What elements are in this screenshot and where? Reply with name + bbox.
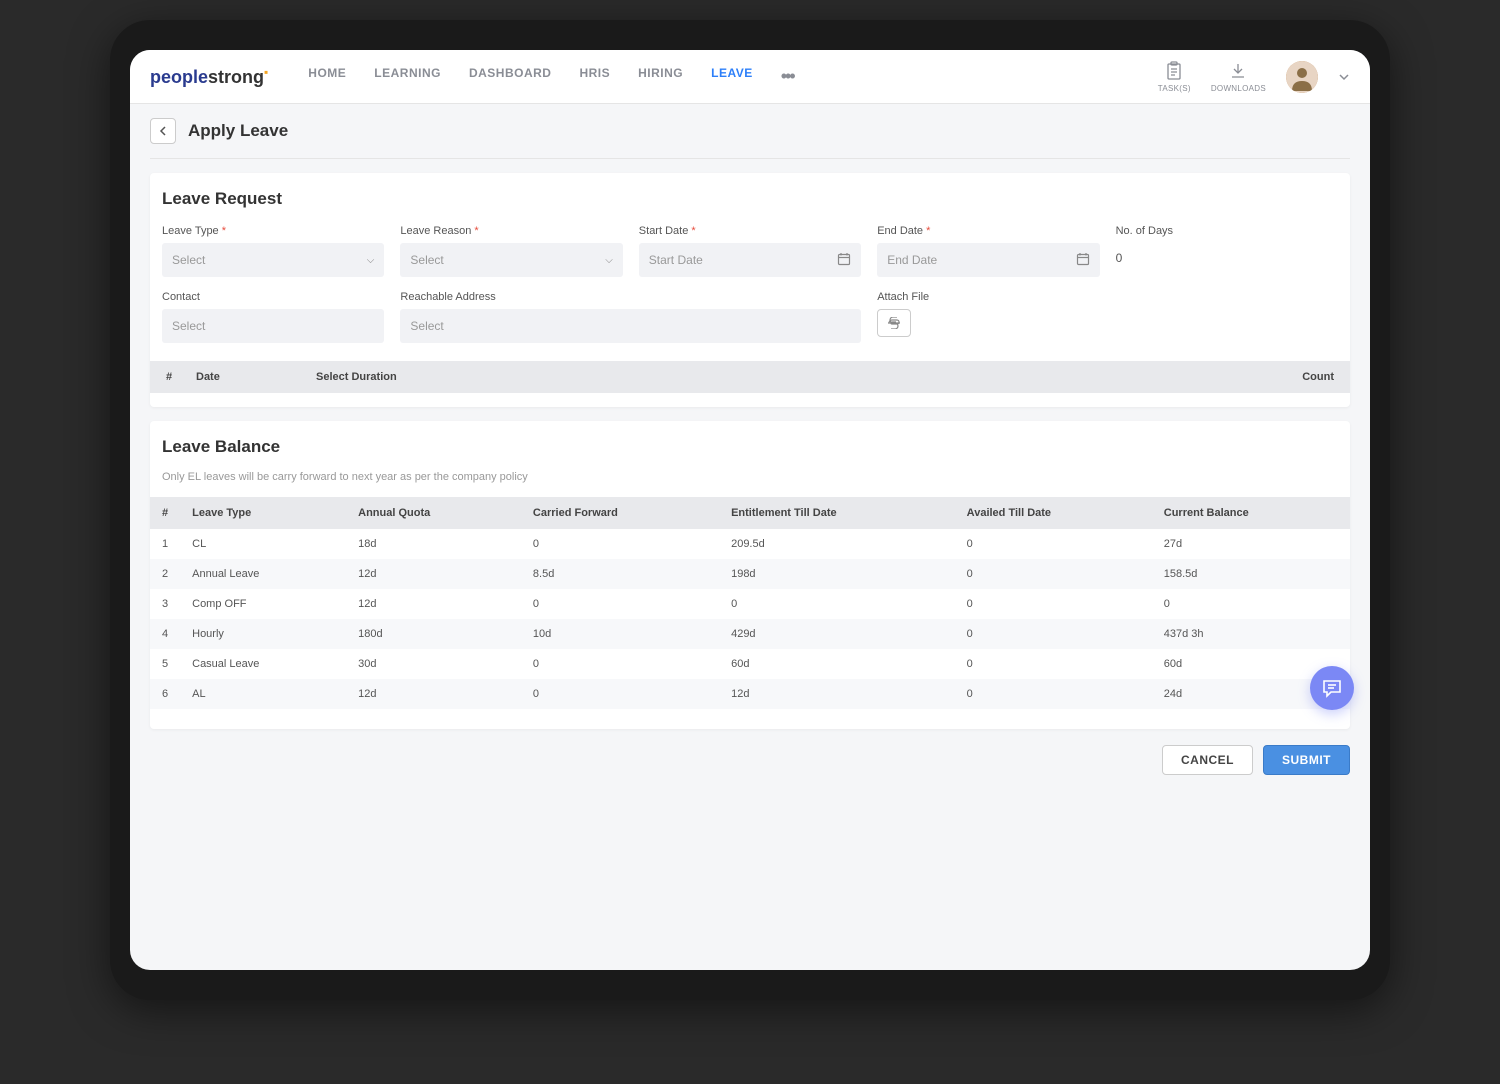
brand-mark-icon: ▪	[264, 65, 268, 79]
leave-type-select[interactable]: Select ⌵	[162, 243, 384, 277]
col-hash: #	[166, 371, 196, 383]
nav-more-icon[interactable]: •••	[781, 66, 794, 87]
page-header: Apply Leave	[150, 104, 1350, 159]
submit-button[interactable]: SUBMIT	[1263, 745, 1350, 775]
leave-reason-label: Leave Reason	[400, 225, 471, 237]
balance-col-header: Annual Quota	[346, 497, 521, 529]
required-mark: *	[474, 225, 478, 237]
required-mark: *	[926, 225, 930, 237]
table-row: 1CL18d0209.5d027d	[150, 529, 1350, 559]
brand-logo: peoplestrong▪	[150, 65, 268, 88]
chevron-down-icon: ⌵	[367, 255, 375, 266]
calendar-icon	[837, 252, 851, 269]
chevron-down-icon[interactable]	[1338, 68, 1350, 86]
attach-file-label: Attach File	[877, 291, 1099, 303]
table-row: 6AL12d012d024d	[150, 679, 1350, 709]
table-row: 4Hourly180d10d429d0437d 3h	[150, 619, 1350, 649]
brand-part1: people	[150, 67, 208, 87]
nav-item-leave[interactable]: LEAVE	[711, 66, 753, 87]
main-nav: HOME LEARNING DASHBOARD HRIS HIRING LEAVE •••	[308, 66, 1157, 87]
clipboard-icon	[1165, 60, 1183, 82]
nav-item-learning[interactable]: LEARNING	[374, 66, 441, 87]
start-date-input[interactable]	[639, 243, 861, 277]
end-date-label: End Date	[877, 225, 923, 237]
balance-col-header: Entitlement Till Date	[719, 497, 955, 529]
download-icon	[1229, 60, 1247, 82]
table-row: 2Annual Leave12d8.5d198d0158.5d	[150, 559, 1350, 589]
reachable-address-input[interactable]	[400, 309, 861, 343]
contact-input[interactable]	[162, 309, 384, 343]
balance-col-header: Carried Forward	[521, 497, 719, 529]
leave-balance-title: Leave Balance	[150, 421, 1350, 467]
leave-reason-field: Leave Reason * Select ⌵	[400, 225, 622, 277]
chat-icon	[1321, 677, 1343, 699]
end-date-field: End Date *	[877, 225, 1099, 277]
tasks-button[interactable]: TASK(S)	[1158, 60, 1191, 93]
paperclip-icon	[886, 317, 902, 329]
balance-col-header: Availed Till Date	[955, 497, 1152, 529]
chat-fab[interactable]	[1310, 666, 1354, 710]
downloads-label: DOWNLOADS	[1211, 84, 1266, 93]
attach-file-field: Attach File	[877, 291, 1099, 343]
required-mark: *	[222, 225, 226, 237]
cancel-button[interactable]: CANCEL	[1162, 745, 1253, 775]
no-of-days-label: No. of Days	[1116, 225, 1338, 237]
leave-request-title: Leave Request	[150, 173, 1350, 219]
table-row: 3Comp OFF12d0000	[150, 589, 1350, 619]
chevron-down-icon: ⌵	[605, 255, 613, 266]
balance-col-header: Current Balance	[1152, 497, 1350, 529]
col-date: Date	[196, 371, 316, 383]
attach-file-button[interactable]	[877, 309, 911, 337]
col-select-duration: Select Duration	[316, 371, 1274, 383]
leave-request-card: Leave Request Leave Type * Select ⌵ Leav…	[150, 173, 1350, 407]
leave-type-label: Leave Type	[162, 225, 219, 237]
reachable-address-field: Reachable Address	[400, 291, 861, 343]
downloads-button[interactable]: DOWNLOADS	[1211, 60, 1266, 93]
user-avatar[interactable]	[1286, 61, 1318, 93]
leave-balance-card: Leave Balance Only EL leaves will be car…	[150, 421, 1350, 729]
balance-col-header: #	[150, 497, 180, 529]
required-mark: *	[691, 225, 695, 237]
table-row: 5Casual Leave30d060d060d	[150, 649, 1350, 679]
contact-field: Contact	[162, 291, 384, 343]
nav-item-home[interactable]: HOME	[308, 66, 346, 87]
tasks-label: TASK(S)	[1158, 84, 1191, 93]
duration-table-header: # Date Select Duration Count	[150, 361, 1350, 393]
no-of-days-field: No. of Days 0	[1116, 225, 1338, 277]
nav-item-hris[interactable]: HRIS	[579, 66, 610, 87]
nav-item-hiring[interactable]: HIRING	[638, 66, 683, 87]
balance-col-header: Leave Type	[180, 497, 346, 529]
brand-part2: strong	[208, 67, 264, 87]
calendar-icon	[1076, 252, 1090, 269]
form-actions: CANCEL SUBMIT	[150, 729, 1350, 791]
leave-balance-table: #Leave TypeAnnual QuotaCarried ForwardEn…	[150, 497, 1350, 709]
reachable-address-label: Reachable Address	[400, 291, 861, 303]
contact-label: Contact	[162, 291, 384, 303]
leave-type-field: Leave Type * Select ⌵	[162, 225, 384, 277]
end-date-input[interactable]	[877, 243, 1099, 277]
nav-item-dashboard[interactable]: DASHBOARD	[469, 66, 552, 87]
page-title: Apply Leave	[188, 121, 288, 141]
top-bar: peoplestrong▪ HOMELEARNINGDASHBOARDHRISH…	[130, 50, 1370, 104]
back-button[interactable]	[150, 118, 176, 144]
start-date-field: Start Date *	[639, 225, 861, 277]
col-count: Count	[1274, 371, 1334, 383]
leave-balance-note: Only EL leaves will be carry forward to …	[150, 467, 1350, 497]
no-of-days-value: 0	[1116, 243, 1338, 265]
leave-reason-select[interactable]: Select ⌵	[400, 243, 622, 277]
start-date-label: Start Date	[639, 225, 689, 237]
